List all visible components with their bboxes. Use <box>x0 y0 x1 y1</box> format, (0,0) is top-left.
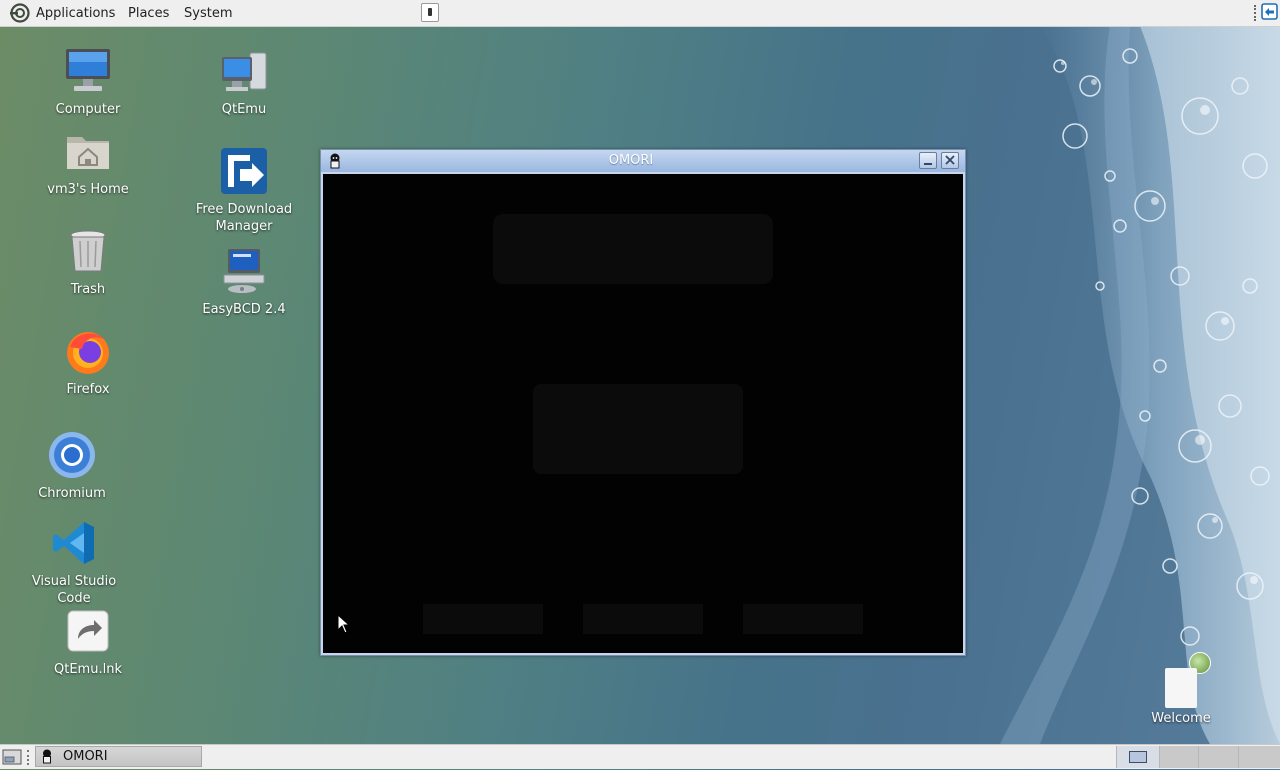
mouse-cursor-icon <box>337 613 351 634</box>
workspace-1[interactable] <box>1116 746 1159 768</box>
desktop-icon-trash[interactable]: Trash <box>33 227 143 298</box>
desktop-icon-label: EasyBCD 2.4 <box>202 302 286 317</box>
shortcut-icon <box>64 607 112 655</box>
show-desktop-icon[interactable] <box>1 748 23 766</box>
panel-launcher-icon[interactable] <box>421 3 439 22</box>
taskbar-label: OMORI <box>63 749 108 764</box>
desktop-icon-easybcd[interactable]: EasyBCD 2.4 <box>189 247 299 318</box>
desktop-icon-label: vm3's Home <box>47 182 129 197</box>
desktop-icon-home[interactable]: vm3's Home <box>33 127 143 198</box>
workspace-2[interactable] <box>1159 746 1202 768</box>
applications-menu[interactable]: Applications <box>36 0 115 26</box>
places-menu[interactable]: Places <box>128 0 169 26</box>
window-titlebar[interactable]: OMORI <box>321 150 965 172</box>
desktop-icon-label: Computer <box>55 102 121 117</box>
top-panel: Applications Places System <box>0 0 1280 27</box>
desktop-icon-vscode[interactable]: Visual Studio Code <box>19 519 129 607</box>
close-icon <box>945 155 955 165</box>
computer-icon <box>64 47 112 95</box>
notification-icon[interactable] <box>1261 3 1278 20</box>
desktop-icon-computer[interactable]: Computer <box>33 47 143 118</box>
system-menu[interactable]: System <box>184 0 232 26</box>
desktop-icon-firefox[interactable]: Firefox <box>33 327 143 398</box>
omori-window[interactable]: OMORI <box>320 149 966 656</box>
firefox-icon <box>64 327 112 375</box>
desktop-icon-label: Visual Studio Code <box>31 574 117 606</box>
workspace-3[interactable] <box>1198 746 1241 768</box>
workspace-window-thumbnail <box>1129 751 1147 763</box>
omori-app-icon <box>41 749 53 764</box>
vscode-icon <box>50 519 98 567</box>
minimize-button[interactable] <box>919 152 937 169</box>
chromium-icon <box>48 431 96 479</box>
desktop-icon-label: Firefox <box>66 382 110 397</box>
desktop-icon-label: QtEmu.lnk <box>54 662 122 677</box>
dim-game-art <box>423 214 863 634</box>
trash-icon <box>64 227 112 275</box>
desktop-icon-fdm[interactable]: Free Download Manager <box>189 147 299 235</box>
desktop-icon-label: Free Download Manager <box>195 202 293 234</box>
wallpaper-wave <box>1000 26 1280 744</box>
download-manager-icon <box>220 147 268 195</box>
panel-separator <box>27 750 31 765</box>
desktop-icon-label: Chromium <box>38 486 106 501</box>
desktop-icon-label: Trash <box>70 282 106 297</box>
panel-separator <box>1254 5 1258 21</box>
easybcd-icon <box>220 247 268 295</box>
desktop-icon-label: Welcome <box>1151 711 1211 726</box>
desktop-icon-label: QtEmu <box>221 102 267 117</box>
document-icon <box>1165 668 1197 708</box>
bottom-panel: OMORI <box>0 744 1280 769</box>
desktop-icon-qtemu[interactable]: QtEmu <box>189 47 299 118</box>
game-viewport[interactable] <box>323 174 963 653</box>
home-folder-icon <box>64 127 112 175</box>
desktop-icon-chromium[interactable]: Chromium <box>17 431 127 502</box>
qtemu-icon <box>220 47 268 95</box>
workspace-4[interactable] <box>1238 746 1280 768</box>
desktop-icon-welcome[interactable]: Welcome <box>1145 640 1217 726</box>
window-title: OMORI <box>608 153 654 168</box>
close-button[interactable] <box>941 152 959 169</box>
distro-logo-icon[interactable] <box>9 3 31 23</box>
desktop-icon-qtemu-lnk[interactable]: QtEmu.lnk <box>33 607 143 678</box>
taskbar-button-omori[interactable]: OMORI <box>35 746 202 767</box>
